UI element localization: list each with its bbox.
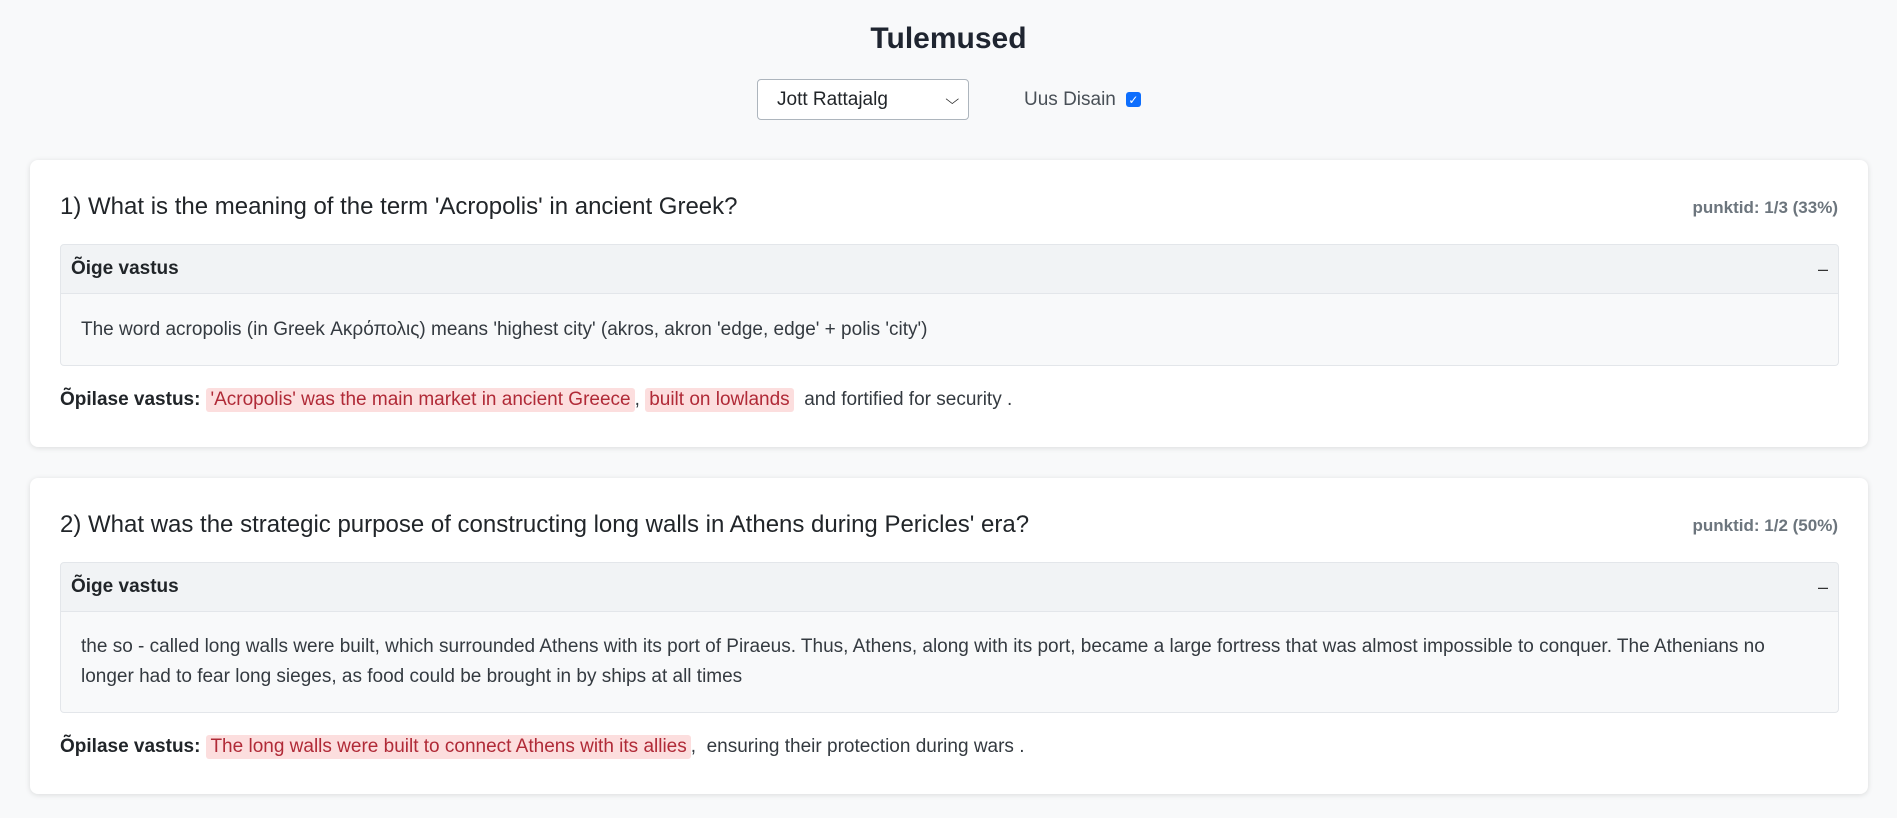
student-answer-label: Õpilase vastus: (60, 736, 201, 757)
collapse-icon[interactable]: – (1818, 577, 1828, 598)
correct-answer-label: Õige vastus (71, 576, 179, 597)
question-title: 1) What is the meaning of the term 'Acro… (60, 193, 738, 220)
wrong-answer-segment: 'Acropolis' was the main market in ancie… (206, 388, 635, 412)
new-design-checkbox[interactable]: ✓ (1125, 92, 1141, 107)
student-select[interactable]: Jott Rattajalg ⌵ (757, 79, 969, 120)
student-answer-label: Õpilase vastus: (60, 389, 201, 410)
correct-answer-toggle[interactable]: Õige vastus – (60, 562, 1839, 612)
page-title: Tulemused (870, 22, 1027, 55)
collapse-icon[interactable]: – (1818, 259, 1828, 280)
checkmark-icon: ✓ (1128, 92, 1139, 107)
correct-answer-text: the so - called long walls were built, w… (81, 636, 1765, 687)
answer-segment: , (634, 389, 646, 410)
question-card: 1) What is the meaning of the term 'Acro… (30, 160, 1868, 447)
correct-answer-body: The word acropolis (in Greek Ακρόπολις) … (60, 294, 1839, 366)
points-badge: punktid: 1/3 (33%) (1692, 198, 1838, 217)
correct-answer-toggle[interactable]: Õige vastus – (60, 244, 1839, 294)
wrong-answer-segment: built on lowlands (645, 388, 794, 412)
question-card: 2) What was the strategic purpose of con… (30, 478, 1868, 794)
question-title: 2) What was the strategic purpose of con… (60, 511, 1030, 538)
points-badge: punktid: 1/2 (50%) (1692, 516, 1838, 535)
answer-segment: , ensuring their protection during wars … (690, 736, 1025, 757)
controls-row: Jott Rattajalg ⌵ Uus Disain ✓ (757, 79, 1141, 120)
student-answer: Õpilase vastus: The long walls were buil… (60, 735, 1025, 759)
student-select-value: Jott Rattajalg (777, 88, 888, 110)
student-answer: Õpilase vastus: 'Acropolis' was the main… (60, 388, 1012, 412)
answer-segment: and fortified for security . (793, 389, 1013, 410)
correct-answer-text: The word acropolis (in Greek Ακρόπολις) … (81, 318, 928, 340)
correct-answer-body: the so - called long walls were built, w… (60, 612, 1839, 713)
wrong-answer-segment: The long walls were built to connect Ath… (206, 735, 691, 759)
chevron-down-icon: ⌵ (945, 91, 960, 107)
correct-answer-label: Õige vastus (71, 258, 179, 279)
new-design-label: Uus Disain (1024, 88, 1116, 110)
results-page: Tulemused Jott Rattajalg ⌵ Uus Disain ✓ … (0, 0, 1897, 818)
